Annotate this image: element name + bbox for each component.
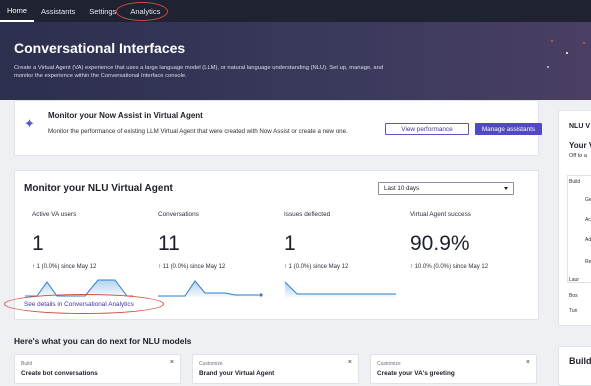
now-assist-card: ✦ Monitor your Now Assist in Virtual Age… (14, 100, 542, 156)
side-panel: NLU V Your V Off to a Build Ge Ac Ad Re … (558, 110, 591, 326)
side-panel-lower-title: Build (569, 356, 591, 366)
metric-label: Conversations (158, 211, 199, 218)
now-assist-subtitle: Monitor the performance of existing LLM … (48, 128, 348, 135)
metric-change: ↑ 10.0% (0.0%) since May 12 (410, 264, 489, 270)
metric-change: ↑ 1 (0.0%) since May 12 (32, 264, 97, 270)
decorative-dot (583, 42, 585, 44)
chevron-down-icon (504, 187, 508, 190)
side-panel-heading: Your V (569, 141, 591, 150)
conversational-analytics-link[interactable]: See details in Conversational Analytics (24, 301, 134, 308)
side-row[interactable]: Bos (569, 293, 578, 299)
metric-label: Virtual Agent success (410, 211, 471, 218)
metric-label: Active VA users (32, 211, 77, 218)
metric-value: 11 (158, 232, 180, 255)
sparkline-conversations (158, 280, 263, 297)
next-step-card[interactable]: Customize × Create your VA's greeting (370, 354, 537, 384)
hero-banner: Conversational Interfaces Create a Virtu… (0, 22, 591, 100)
next-step-card[interactable]: Build × Create bot conversations (14, 354, 181, 384)
sparkle-icon: ✦ (24, 116, 35, 131)
close-icon[interactable]: × (348, 359, 352, 366)
decorative-dot (566, 52, 568, 54)
card-category: Customize (377, 361, 401, 367)
metric-label: Issues deflected (284, 211, 331, 218)
close-icon[interactable]: × (526, 359, 530, 366)
now-assist-title: Monitor your Now Assist in Virtual Agent (48, 111, 203, 120)
date-range-value: Last 10 days (384, 185, 420, 192)
side-panel-subtitle: Off to a (569, 153, 587, 159)
nlu-title: Monitor your NLU Virtual Agent (24, 183, 173, 194)
manage-assistants-button[interactable]: Manage assistants (475, 123, 542, 135)
top-nav: Home Assistants Settings Analytics (0, 0, 591, 22)
sparkline-charts (25, 279, 396, 297)
decorative-dot (547, 66, 549, 68)
side-row[interactable]: Tun (569, 308, 577, 314)
side-row[interactable]: Ac (585, 217, 591, 223)
nlu-monitor-card: Monitor your NLU Virtual Agent Last 10 d… (14, 170, 539, 320)
side-checklist (567, 175, 591, 283)
metric-va-success: Virtual Agent success 90.9% ↑ 10.0% (0.0… (410, 211, 535, 270)
tab-analytics[interactable]: Analytics (123, 0, 167, 22)
page-description: Create a Virtual Agent (VA) experience t… (14, 65, 384, 79)
metric-value: 90.9% (410, 232, 470, 255)
metric-change: ↑ 1 (0.0%) since May 12 (284, 264, 349, 270)
page-title: Conversational Interfaces (14, 40, 186, 56)
next-step-card[interactable]: Customize × Brand your Virtual Agent (192, 354, 359, 384)
metric-active-va-users: Active VA users 1 ↑ 1 (0.0%) since May 1… (32, 211, 157, 270)
tab-home[interactable]: Home (0, 0, 35, 22)
side-row[interactable]: Build (569, 179, 580, 185)
card-title: Create bot conversations (21, 370, 98, 377)
tab-assistants[interactable]: Assistants (34, 0, 82, 22)
card-category: Build (21, 361, 33, 367)
card-title: Brand your Virtual Agent (199, 370, 275, 377)
side-row[interactable]: Ge (585, 197, 591, 203)
close-icon[interactable]: × (170, 359, 174, 366)
next-steps-title: Here's what you can do next for NLU mode… (14, 336, 192, 346)
side-row[interactable]: Laur (569, 277, 579, 283)
view-performance-button[interactable]: View performance (385, 123, 469, 135)
date-range-select[interactable]: Last 10 days (378, 182, 514, 195)
sparkline-issues-deflected (284, 281, 396, 297)
side-panel-title: NLU V (569, 123, 590, 130)
side-panel-lower: Build (558, 346, 591, 386)
tab-settings[interactable]: Settings (82, 0, 123, 22)
decorative-dot (551, 40, 553, 42)
card-category: Customize (199, 361, 223, 367)
side-row[interactable]: Ad (585, 237, 591, 243)
card-title: Create your VA's greeting (377, 370, 455, 377)
metric-value: 1 (32, 232, 44, 255)
metric-change: ↑ 11 (0.0%) since May 12 (158, 264, 226, 270)
side-row[interactable]: Re (585, 259, 591, 265)
metric-value: 1 (284, 232, 296, 255)
sparkline-active-users (25, 279, 133, 297)
metric-conversations: Conversations 11 ↑ 11 (0.0%) since May 1… (158, 211, 283, 270)
metric-issues-deflected: Issues deflected 1 ↑ 1 (0.0%) since May … (284, 211, 409, 270)
